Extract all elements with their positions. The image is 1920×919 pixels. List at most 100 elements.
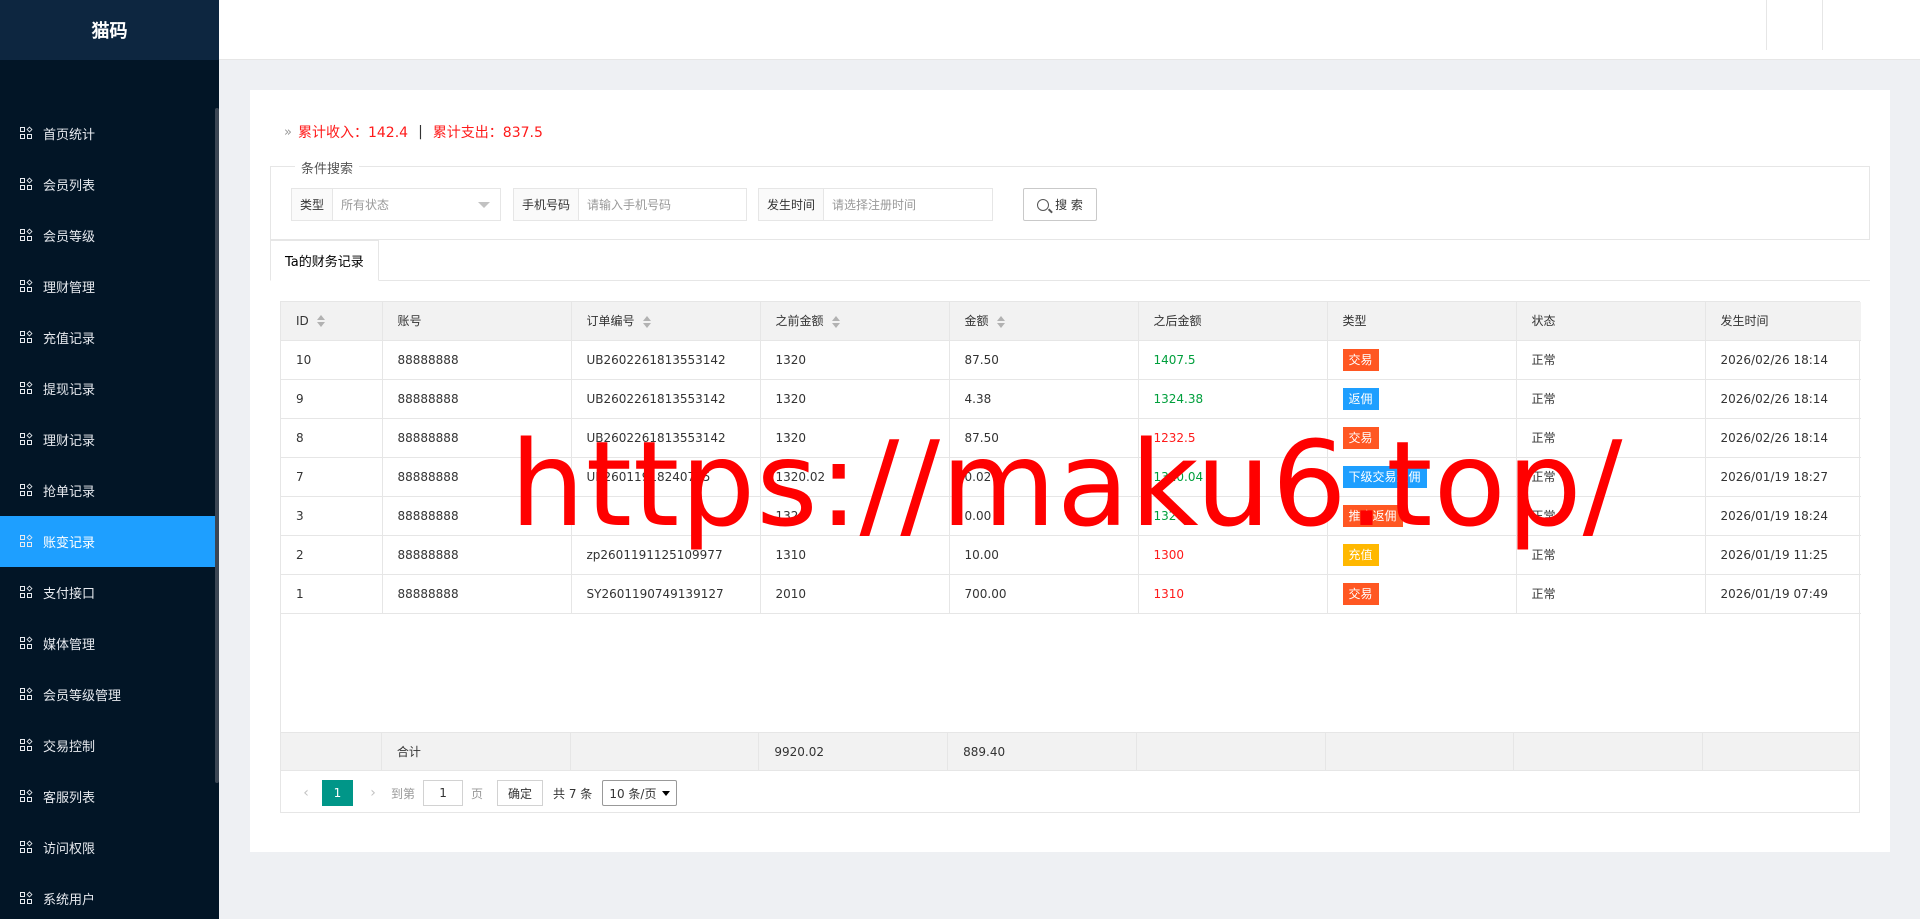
column-header: 状态	[1516, 302, 1706, 341]
grid-icon	[20, 227, 34, 243]
cell-status-value: 正常	[1531, 392, 1556, 406]
cell-id: 9	[281, 379, 383, 419]
sidebar-item[interactable]: 会员等级	[0, 210, 215, 261]
goto-page-input[interactable]: 1	[423, 780, 464, 806]
sidebar-item[interactable]: 访问权限	[0, 822, 215, 873]
total-label: 合计	[382, 733, 571, 770]
sidebar-item-label: 支付接口	[43, 587, 96, 602]
sort-icon[interactable]	[996, 315, 1005, 328]
sidebar-item[interactable]: 理财记录	[0, 414, 215, 465]
cell-amount: 87.50	[949, 340, 1139, 380]
sidebar-scrollbar[interactable]	[215, 108, 219, 783]
grid-icon	[20, 176, 34, 192]
grid-icon	[20, 584, 34, 600]
table-row: 9 88888888 UB2602261813553142 1320 4.38 1324.…	[281, 379, 1861, 419]
phone-filter: 手机号码 请输入手机号码	[513, 188, 747, 221]
sidebar-item[interactable]: 系统用户	[0, 873, 215, 919]
cell-status: 正常	[1516, 379, 1706, 419]
cell-before: 2010	[760, 574, 950, 614]
sidebar-item[interactable]: 媒体管理	[0, 618, 215, 669]
sidebar-item[interactable]: 会员列表	[0, 159, 215, 210]
app-logo[interactable]: 猫码	[0, 0, 219, 60]
cell-id-value: 8	[296, 430, 304, 445]
confirm-page-button[interactable]: 确定	[497, 780, 544, 806]
phone-label: 手机号码	[514, 189, 580, 220]
finance-summary: » 累计收入：142.4 | 累计支出：837.5	[284, 122, 543, 142]
sidebar-item[interactable]: 会员等级管理	[0, 669, 215, 720]
cell-order: UB2602261813553142	[571, 340, 761, 380]
table-header-row: ID 账号 订单编号 之前金额 金额 之后金额 类型 状态 发生时间	[281, 302, 1861, 341]
column-header[interactable]: 金额	[949, 302, 1139, 341]
search-button[interactable]: 搜 索	[1023, 188, 1097, 221]
type-select-value: 所有状态	[341, 198, 390, 212]
sidebar-item[interactable]: 交易控制	[0, 720, 215, 771]
column-header-label: 类型	[1342, 314, 1367, 329]
column-header: 发生时间	[1705, 302, 1861, 341]
tab-finance-records[interactable]: Ta的财务记录	[270, 240, 379, 281]
sort-icon[interactable]	[316, 315, 325, 328]
cell-id: 2	[281, 535, 383, 575]
sidebar-item-label: 账变记录	[43, 536, 96, 551]
column-header-label: 账号	[397, 314, 422, 329]
cell-before: 1320	[760, 379, 950, 419]
column-header[interactable]: 之前金额	[760, 302, 950, 341]
page-size-select[interactable]: 10 条/页	[602, 780, 678, 806]
cell-before-value: 2010	[775, 586, 807, 601]
cell-time-value: 2026/01/19 07:49	[1720, 586, 1829, 601]
column-header[interactable]: ID	[281, 302, 383, 341]
prev-page-icon[interactable]: ‹	[296, 785, 316, 801]
cell-order: SY2601190749139127	[571, 574, 761, 614]
sort-icon[interactable]	[831, 315, 840, 328]
table-row: 10 88888888 UB2602261813553142 1320 87.50 140…	[281, 340, 1861, 380]
total-count: 共 7 条	[553, 786, 593, 801]
cell-amount-value: 700.00	[964, 586, 1007, 601]
cell-type: 交易	[1327, 574, 1517, 614]
cell-time-value: 2026/02/26 18:14	[1720, 352, 1829, 367]
cell-type-value: 返佣	[1342, 387, 1379, 410]
sidebar-item[interactable]: 支付接口	[0, 567, 215, 618]
sidebar-item[interactable]: 充值记录	[0, 312, 215, 363]
cell-type: 交易	[1327, 340, 1517, 380]
sidebar-item[interactable]: 首页统计	[0, 108, 215, 159]
cell-account-value: 88888888	[397, 430, 459, 445]
watermark-text: https://maku6.top/	[510, 415, 1624, 553]
sidebar-item[interactable]: 抢单记录	[0, 465, 215, 516]
sidebar-item[interactable]: 提现记录	[0, 363, 215, 414]
time-input[interactable]: 请选择注册时间	[824, 189, 992, 220]
column-header-label: 状态	[1531, 314, 1556, 329]
cell-time: 2026/02/26 18:14	[1705, 418, 1861, 458]
sidebar: 猫码 首页统计 会员列表会员等级理财管理充值记录提现记录 理财记录 抢单记录账变记录支…	[0, 0, 219, 919]
grid-icon	[20, 890, 34, 906]
cell-type-value: 交易	[1342, 348, 1379, 371]
sidebar-item-label: 会员等级	[43, 230, 96, 245]
sidebar-item[interactable]: 理财管理	[0, 261, 215, 312]
sidebar-item[interactable]: 客服列表	[0, 771, 215, 822]
cell-id: 10	[281, 340, 383, 380]
type-select[interactable]: 所有状态	[333, 189, 500, 220]
time-label: 发生时间	[759, 189, 825, 220]
type-label: 类型	[292, 189, 334, 220]
column-header[interactable]: 订单编号	[571, 302, 761, 341]
sidebar-item[interactable]: 账变记录	[0, 516, 215, 567]
cell-time-value: 2026/01/19 18:27	[1720, 469, 1829, 484]
sidebar-item-label: 系统用户	[43, 893, 96, 908]
current-page[interactable]: 1	[322, 780, 353, 806]
cell-status: 正常	[1516, 574, 1706, 614]
cell-account-value: 88888888	[397, 586, 459, 601]
search-panel: 条件搜索 类型 所有状态 手机号码 请输入手机号码 发生时间 请选择注册时间 搜…	[270, 158, 1870, 240]
column-header-label: 订单编号	[586, 314, 635, 329]
sidebar-item-label: 理财管理	[43, 281, 96, 296]
phone-input[interactable]: 请输入手机号码	[579, 189, 746, 220]
cell-id-value: 10	[296, 352, 312, 367]
sidebar-item-label: 充值记录	[43, 332, 96, 347]
cell-status-value: 正常	[1531, 353, 1556, 367]
grid-icon	[20, 278, 34, 294]
search-icon	[1037, 198, 1050, 211]
next-page-icon[interactable]: ›	[363, 785, 383, 801]
sort-icon[interactable]	[642, 315, 651, 328]
cell-account-value: 88888888	[397, 469, 459, 484]
grid-icon	[20, 839, 34, 855]
tab-bar: Ta的财务记录	[270, 240, 1870, 281]
cell-status: 正常	[1516, 340, 1706, 380]
grid-icon	[20, 788, 34, 804]
